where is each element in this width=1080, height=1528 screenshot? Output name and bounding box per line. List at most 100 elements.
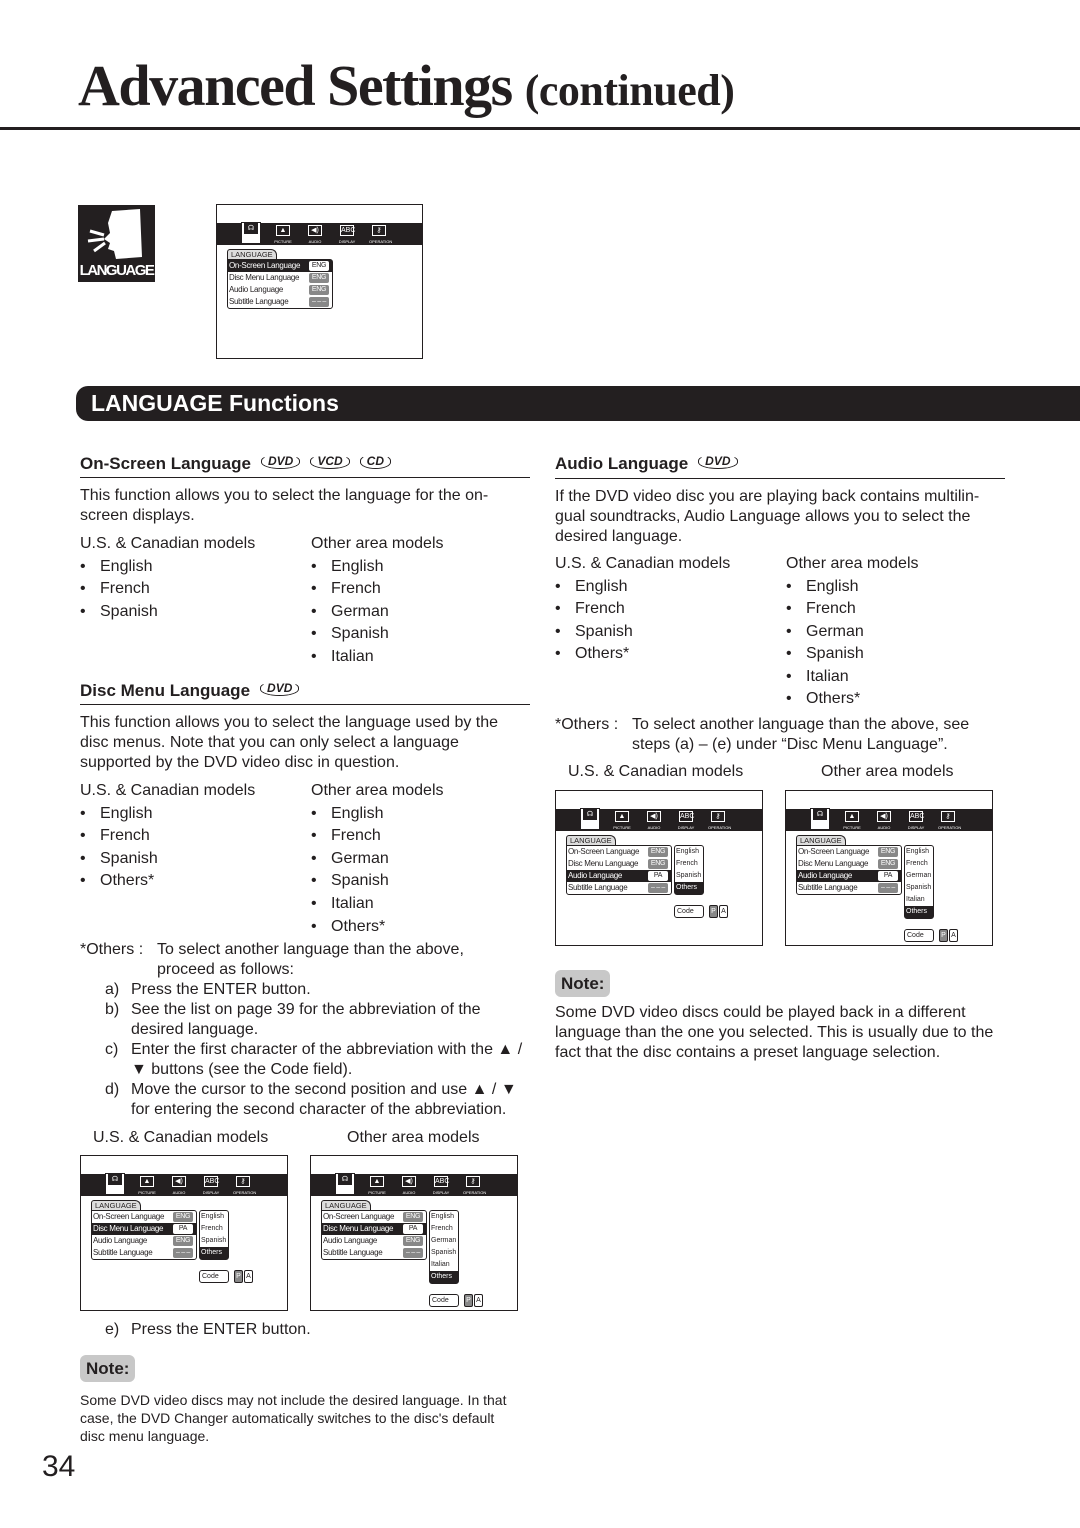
step-text: Enter the first character of the abbrevi… [131, 1041, 523, 1058]
us-models-label: U.S. & Canadian models [555, 555, 731, 572]
operation-icon-glyph: ⚷ [236, 1176, 250, 1187]
note-text: Some DVD video discs could be played bac… [555, 1004, 966, 1021]
display-icon-glyph: ABC [679, 811, 695, 822]
step-text: desired language. [131, 1021, 259, 1038]
divider [555, 478, 1005, 479]
onscreen-heading: On-Screen Language DVD VCD CD [80, 453, 392, 475]
picture-icon: ▲ PICTURE [367, 1176, 387, 1195]
operation-icon-glyph: ⚷ [941, 811, 955, 822]
step-text: ▼ buttons (see the Code field). [131, 1061, 353, 1078]
us-language-item: Others* [575, 645, 630, 662]
other-language-item: Italian [806, 667, 849, 685]
note-badge: Note: [555, 970, 611, 997]
bullet: • [80, 580, 86, 597]
operation-icon: ⚷ OPERATION [708, 811, 731, 830]
other-language-item: Italian [331, 647, 374, 665]
settings-row: Audio Language ENG [228, 284, 332, 296]
option-item: Spanish [906, 884, 932, 891]
audio-icon-glyph: ◀) [308, 225, 322, 236]
other-language-item: English [331, 804, 384, 822]
us-models-label: U.S. & Canadian models [568, 763, 744, 780]
others-footnote-key: *Others : [555, 716, 619, 733]
step-key: c) [105, 1041, 119, 1058]
picture-icon: ▲ PICTURE [137, 1176, 157, 1195]
title-rule [0, 127, 1080, 130]
audio-icon: ◀) AUDIO [169, 1176, 189, 1195]
other-language-item: German [331, 849, 389, 867]
picture-icon-glyph: ▲ [370, 1176, 384, 1187]
settings-row: Subtitle Language – – – [567, 882, 671, 894]
row-value: – – – [648, 883, 668, 893]
row-label: Disc Menu Language [93, 1224, 164, 1233]
other-models-label: Other area models [311, 782, 444, 799]
page-title: Advanced Settings (continued) [78, 52, 735, 119]
menu-icon-label: DISPLAY [677, 825, 695, 830]
row-label: Audio Language [229, 285, 284, 294]
other-language-item: French [806, 600, 856, 617]
settings-row: Subtitle Language – – – [797, 882, 901, 894]
page-number: 34 [42, 1450, 76, 1483]
option-item: Italian [431, 1261, 450, 1268]
screen-mockup-audio-us: ☊ ▲ PICTURE ◀) AUDIO ABC DISPLAY ⚷ OPERATION LANG… [555, 790, 763, 946]
settings-row: Disc Menu Language PA [92, 1223, 196, 1235]
audio-icon-glyph: ◀) [877, 811, 891, 822]
menu-icon-label: DISPLAY [907, 825, 925, 830]
option-item: English [201, 1213, 224, 1220]
settings-row: Subtitle Language – – – [228, 296, 332, 308]
bullet: • [80, 804, 86, 822]
display-icon-glyph: ABC [434, 1176, 450, 1187]
picture-icon-glyph: ▲ [140, 1176, 154, 1187]
row-value: – – – [878, 883, 898, 893]
menu-icon-label: OPERATION [369, 239, 393, 244]
row-value: PA [648, 871, 668, 881]
settings-list: On-Screen Language ENG Disc Menu Language P… [321, 1210, 427, 1260]
note-text: fact that the disc contains a preset lan… [555, 1044, 941, 1061]
row-value: PA [403, 1224, 423, 1234]
row-value: ENG [309, 273, 329, 283]
screen-mockup-disc-other: ☊ ▲ PICTURE ◀) AUDIO ABC DISPLAY ⚷ OPERATION LANG… [310, 1155, 518, 1311]
other-language-item: English [806, 577, 859, 595]
settings-row: Subtitle Language – – – [92, 1247, 196, 1259]
other-language-item: French [331, 580, 381, 597]
bullet: • [80, 557, 86, 575]
option-item: English [431, 1213, 454, 1220]
display-icon: ABC DISPLAY [676, 811, 696, 830]
screen-mockup-audio-other: ☊ ▲ PICTURE ◀) AUDIO ABC DISPLAY ⚷ OPERATION LANG… [785, 790, 993, 946]
menu-icon-bar: ☊ ▲ PICTURE ◀) AUDIO ABC DISPLAY ⚷ OPERATION [217, 222, 422, 245]
row-value: ENG [309, 261, 329, 271]
row-value: ENG [403, 1236, 423, 1246]
menu-tab: LANGUAGE [321, 1200, 371, 1210]
option-item: Others [200, 1247, 228, 1259]
us-language-item: Others* [100, 872, 155, 890]
other-language-item: English [331, 557, 384, 575]
menu-icon-label: OPERATION [233, 1190, 257, 1195]
settings-list: On-Screen Language ENG Disc Menu Language E… [227, 259, 333, 309]
settings-row: Disc Menu Language ENG [567, 858, 671, 870]
us-language-item: English [100, 804, 153, 822]
other-models-label: Other area models [821, 763, 954, 780]
menu-tab: LANGUAGE [796, 835, 846, 845]
menu-icon-label: OPERATION [463, 1190, 487, 1195]
row-label: Subtitle Language [229, 297, 289, 306]
others-footnote-text: steps (a) – (e) under “Disc Menu Languag… [632, 736, 948, 753]
menu-icon-label: DISPLAY [432, 1190, 450, 1195]
row-label: On-Screen Language [798, 847, 870, 856]
note-badge: Note: [80, 1355, 136, 1382]
title-text: Advanced Settings [78, 53, 513, 118]
row-label: Subtitle Language [568, 883, 628, 892]
settings-list: On-Screen Language ENG Disc Menu Language E… [796, 845, 902, 895]
code-field: Code [199, 1270, 229, 1283]
settings-list: On-Screen Language ENG Disc Menu Language E… [566, 845, 672, 895]
row-value: – – – [309, 297, 329, 307]
settings-row: On-Screen Language ENG [567, 846, 671, 858]
others-footnote-text: To select another language than the abov… [632, 716, 970, 733]
code-char: P [464, 1294, 473, 1307]
code-field: Code [674, 905, 704, 918]
option-item: English [906, 848, 929, 855]
note-text: case, the DVD Changer automatically swit… [80, 1410, 495, 1426]
language-icon-glyph: ☊ [813, 809, 827, 820]
bullet: • [311, 602, 317, 620]
row-label: On-Screen Language [93, 1212, 165, 1221]
other-language-item: Italian [331, 895, 374, 912]
settings-row: Disc Menu Language PA [322, 1223, 426, 1235]
